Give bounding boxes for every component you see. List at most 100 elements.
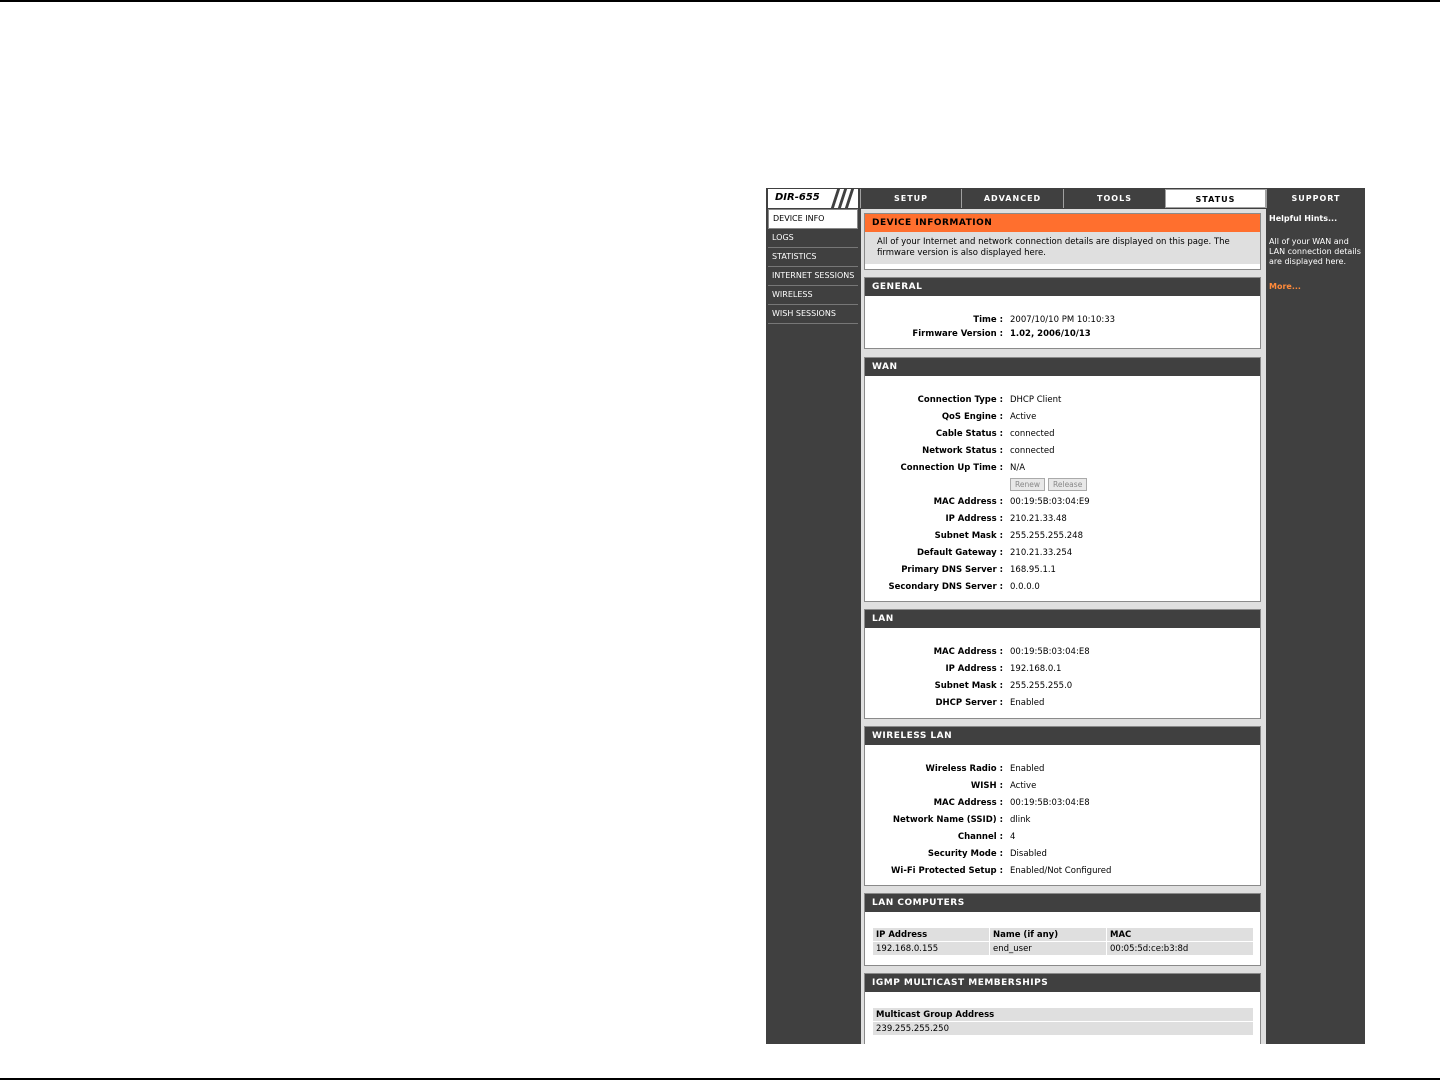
tab-setup[interactable]: SETUP [860,189,961,208]
sidebar-item-logs[interactable]: LOGS [768,229,858,248]
sidebar-item-device-info[interactable]: DEVICE INFO [768,209,858,229]
table-cell: end_user [989,941,1107,956]
info-value: DHCP Client [1010,395,1062,405]
info-label: Connection Up Time : [900,463,1003,473]
main-tabs: SETUP ADVANCED TOOLS STATUS SUPPORT [860,189,1365,208]
info-value: 0.0.0.0 [1010,582,1040,592]
info-label: Security Mode : [927,849,1003,859]
logo-slash-icon [844,189,855,208]
column-header: IP Address [872,927,990,942]
info-label: Network Status : [922,446,1003,456]
sidebar-item-internet-sessions[interactable]: INTERNET SESSIONS [768,267,858,286]
info-value: 255.255.255.0 [1010,681,1073,691]
section-title: LAN COMPUTERS [865,894,1260,912]
info-label: Firmware Version : [912,329,1003,339]
renew-button[interactable]: Renew [1010,478,1045,491]
info-value: Disabled [1010,849,1047,859]
section-title: WIRELESS LAN [865,727,1260,745]
bottom-rule [0,1078,1440,1080]
tab-advanced[interactable]: ADVANCED [961,189,1063,208]
info-value: 4 [1010,832,1016,842]
info-label: MAC Address : [933,647,1003,657]
info-row: WISH : Active [865,779,1262,793]
general-section: GENERAL Time : 2007/10/10 PM 10:10:33 Fi… [864,277,1261,349]
info-value: 255.255.255.248 [1010,531,1084,541]
info-value: Active [1010,781,1037,791]
info-row: Cable Status : connected [865,427,1262,441]
info-row: Subnet Mask : 255.255.255.248 [865,529,1262,543]
tab-tools[interactable]: TOOLS [1063,189,1165,208]
info-label: Wi-Fi Protected Setup : [891,866,1003,876]
wan-section: WAN Connection Type : DHCP Client QoS En… [864,357,1261,602]
sidebar-item-wish-sessions[interactable]: WISH SESSIONS [768,305,858,324]
info-value: Enabled/Not Configured [1010,866,1112,876]
info-label: Channel : [957,832,1003,842]
section-description: All of your Internet and network connect… [865,232,1260,264]
table-cell: 192.168.0.155 [872,941,990,956]
info-row: IP Address : 192.168.0.1 [865,662,1262,676]
info-row: Primary DNS Server : 168.95.1.1 [865,563,1262,577]
wireless-lan-section: WIRELESS LAN Wireless Radio : Enabled WI… [864,726,1261,886]
info-value: 168.95.1.1 [1010,565,1056,575]
info-row: DHCP Server : Enabled [865,696,1262,710]
info-label: IP Address : [945,664,1003,674]
info-label: MAC Address : [933,798,1003,808]
product-logo: DIR-655 [768,189,858,208]
info-label: QoS Engine : [941,412,1003,422]
tab-support[interactable]: SUPPORT [1266,189,1365,208]
info-value: Active [1010,412,1037,422]
info-value: Enabled [1010,764,1045,774]
info-value: 192.168.0.1 [1010,664,1062,674]
table-header-row: Multicast Group Address [872,1007,1254,1022]
button-group: Renew Release [1010,478,1090,492]
lan-section: LAN MAC Address : 00:19:5B:03:04:E8 IP A… [864,609,1261,719]
info-row: Wi-Fi Protected Setup : Enabled/Not Conf… [865,864,1262,878]
info-row: Wireless Radio : Enabled [865,762,1262,776]
info-row: Secondary DNS Server : 0.0.0.0 [865,580,1262,594]
device-information-section: DEVICE INFORMATION All of your Internet … [864,213,1261,270]
info-row: Subnet Mask : 255.255.255.0 [865,679,1262,693]
section-title: WAN [865,358,1260,376]
hints-body: All of your WAN and LAN connection detai… [1269,237,1361,266]
info-label: Default Gateway : [916,548,1003,558]
igmp-section: IGMP MULTICAST MEMBERSHIPS Multicast Gro… [864,973,1261,1044]
info-row: Connection Up Time : N/A [865,461,1262,475]
info-row: IP Address : 210.21.33.48 [865,512,1262,526]
sidebar-item-wireless[interactable]: WIRELESS [768,286,858,305]
info-row: QoS Engine : Active [865,410,1262,424]
info-value: connected [1010,429,1055,439]
info-value: N/A [1010,463,1026,473]
info-label: Cable Status : [935,429,1003,439]
info-row: MAC Address : 00:19:5B:03:04:E8 [865,796,1262,810]
info-row: Network Name (SSID) : dlink [865,813,1262,827]
info-value: connected [1010,446,1055,456]
release-button[interactable]: Release [1048,478,1088,491]
info-label: Network Name (SSID) : [892,815,1003,825]
top-rule [0,0,1440,2]
info-value: dlink [1010,815,1031,825]
info-label: Subnet Mask : [934,531,1003,541]
info-value: 2007/10/10 PM 10:10:33 [1010,315,1116,325]
info-label: Time : [973,315,1003,325]
info-row: MAC Address : 00:19:5B:03:04:E8 [865,645,1262,659]
info-row: Network Status : connected [865,444,1262,458]
info-label: MAC Address : [933,497,1003,507]
top-nav-bar: DIR-655 SETUP ADVANCED TOOLS STATUS SUPP… [766,188,1365,209]
more-link[interactable]: More... [1269,282,1301,291]
info-row: MAC Address : 00:19:5B:03:04:E9 [865,495,1262,509]
info-value: 00:19:5B:03:04:E8 [1010,798,1090,808]
table-cell: 00:05:5d:ce:b3:8d [1106,941,1254,956]
info-label: Connection Type : [917,395,1003,405]
info-value: 00:19:5B:03:04:E8 [1010,647,1090,657]
info-row-firmware: Firmware Version : 1.02, 2006/10/13 [865,327,1262,341]
section-title: DEVICE INFORMATION [865,214,1260,232]
hints-title: Helpful Hints... [1269,214,1338,223]
info-label: Secondary DNS Server : [888,582,1003,592]
info-row: Default Gateway : 210.21.33.254 [865,546,1262,560]
igmp-table: Multicast Group Address 239.255.255.250 [872,1007,1254,1036]
info-row: Security Mode : Disabled [865,847,1262,861]
sidebar-item-statistics[interactable]: STATISTICS [768,248,858,267]
table-row: 192.168.0.155 end_user 00:05:5d:ce:b3:8d [872,941,1254,956]
tab-status[interactable]: STATUS [1165,189,1266,208]
info-label: Wireless Radio : [925,764,1003,774]
